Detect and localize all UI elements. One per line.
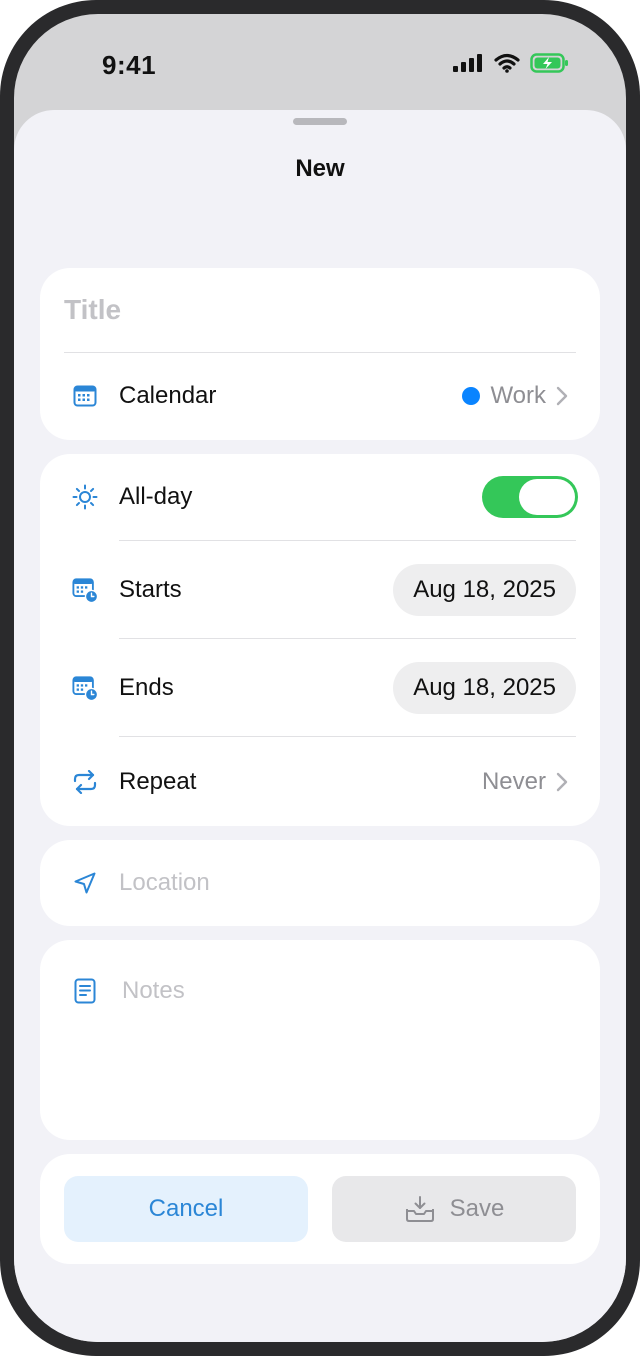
status-icons [452, 52, 570, 74]
location-arrow-icon [72, 870, 98, 896]
calendar-color-dot [462, 387, 481, 405]
starts-label: Starts [119, 575, 182, 603]
device-frame: 9:41 New Title Calendar Work All-day Sta… [0, 0, 640, 1356]
actions-card: Cancel Save [40, 1154, 600, 1264]
title-calendar-card: Title Calendar Work [40, 268, 600, 440]
calendar-clock-icon [72, 577, 98, 603]
location-card[interactable]: Location [40, 840, 600, 926]
starts-row: Starts Aug 18, 2025 [40, 541, 600, 638]
repeat-value: Never [482, 768, 568, 796]
new-event-sheet: New Title Calendar Work All-day Starts A… [14, 110, 626, 1342]
calendar-value: Work [462, 382, 568, 410]
toggle-knob [519, 479, 575, 515]
battery-charging-icon [530, 53, 568, 73]
ends-date-button[interactable]: Aug 18, 2025 [393, 661, 576, 714]
repeat-icon [72, 769, 98, 795]
location-placeholder: Location [119, 869, 210, 896]
sun-icon [72, 484, 98, 510]
all-day-row: All-day [40, 454, 600, 540]
notes-card[interactable]: Notes [40, 940, 600, 1140]
cancel-button[interactable]: Cancel [64, 1176, 308, 1242]
status-time: 9:41 [102, 50, 157, 80]
sheet-title: New [295, 155, 345, 182]
notes-placeholder: Notes [122, 977, 185, 1004]
repeat-value-text: Never [481, 767, 546, 795]
repeat-label: Repeat [119, 767, 197, 795]
signal-icon [453, 54, 482, 72]
ends-label: Ends [119, 673, 174, 701]
notes-icon [72, 978, 98, 1004]
save-label: Save [449, 1195, 505, 1222]
time-card: All-day Starts Aug 18, 2025 Ends Aug 18,… [40, 454, 600, 826]
all-day-toggle[interactable] [482, 476, 578, 518]
tray-download-icon [405, 1196, 434, 1222]
screen: 9:41 New Title Calendar Work All-day Sta… [14, 14, 626, 1342]
location-field[interactable]: Location [40, 840, 600, 926]
chevron-right-icon [556, 386, 568, 406]
starts-date-button[interactable]: Aug 18, 2025 [393, 563, 576, 616]
title-placeholder: Title [64, 294, 122, 325]
title-field[interactable]: Title [40, 268, 600, 352]
ends-row: Ends Aug 18, 2025 [40, 639, 600, 736]
repeat-row[interactable]: Repeat Never [40, 737, 600, 826]
calendar-label: Calendar [119, 382, 217, 409]
calendar-clock-icon [72, 675, 98, 701]
calendar-row[interactable]: Calendar Work [40, 353, 600, 439]
chevron-right-icon [556, 772, 568, 791]
sheet-grabber[interactable] [293, 118, 347, 125]
calendar-icon [72, 383, 98, 409]
calendar-name: Work [490, 382, 546, 409]
save-button[interactable]: Save [332, 1176, 576, 1242]
all-day-label: All-day [119, 483, 193, 510]
wifi-icon [494, 53, 520, 73]
notes-field[interactable]: Notes [40, 956, 600, 1026]
